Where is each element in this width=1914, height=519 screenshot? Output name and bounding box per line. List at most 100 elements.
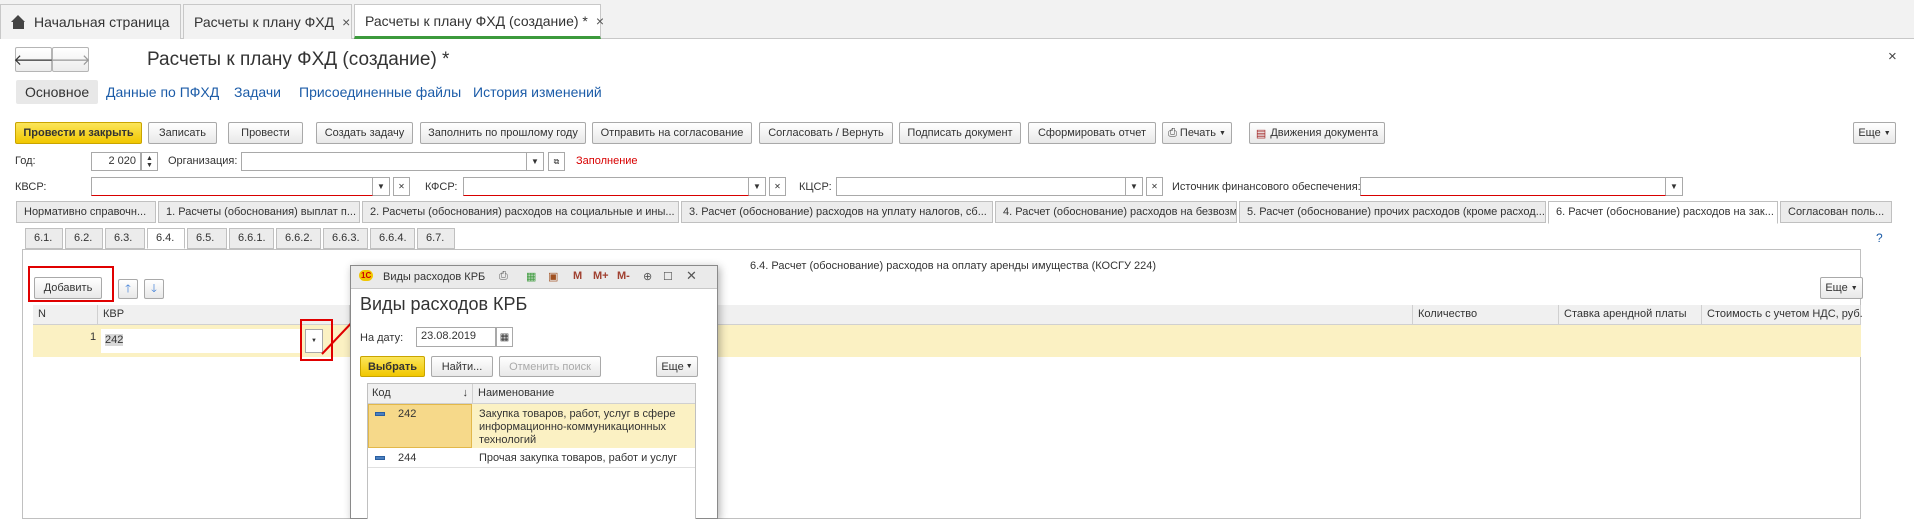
close-form-button[interactable]: ×	[1888, 48, 1897, 65]
select-button[interactable]: Выбрать	[360, 356, 425, 377]
maximize-icon[interactable]: ☐	[663, 270, 673, 283]
tab-section-6[interactable]: 6. Расчет (обоснование) расходов на зак.…	[1548, 201, 1778, 224]
sign-document-button[interactable]: Подписать документ	[899, 122, 1021, 144]
catalog-item-icon	[375, 456, 385, 460]
funding-source-field[interactable]	[1360, 177, 1666, 196]
tab-section-3[interactable]: 3. Расчет (обоснование) расходов на упла…	[681, 201, 993, 223]
dialog-more-button[interactable]: Еще ▼	[656, 356, 698, 377]
help-icon[interactable]: ?	[1876, 231, 1883, 245]
column-header-code[interactable]: Код ↓	[368, 384, 473, 404]
arrow-left-icon: 🡐	[13, 52, 54, 69]
table-more-button[interactable]: Еще ▼	[1820, 277, 1863, 299]
column-header-quantity[interactable]: Количество	[1413, 305, 1559, 325]
tab-fhd-list[interactable]: Расчеты к плану ФХД ×	[183, 4, 352, 39]
post-and-close-button[interactable]: Провести и закрыть	[15, 122, 142, 144]
row-number: 1	[90, 331, 97, 343]
print-button[interactable]: ⎙ Печать ▼	[1162, 122, 1232, 144]
open-icon: ⧉	[553, 156, 560, 166]
section-attached-files[interactable]: Присоединенные файлы	[299, 84, 461, 100]
fill-by-last-year-button[interactable]: Заполнить по прошлому году	[420, 122, 586, 144]
find-button[interactable]: Найти...	[431, 356, 493, 377]
print-icon[interactable]: ⎙	[499, 270, 508, 283]
open-organization-button[interactable]: ⧉	[548, 152, 565, 171]
tab-reference[interactable]: Нормативно справочн...	[16, 201, 156, 223]
tab-approved[interactable]: Согласован поль...	[1780, 201, 1892, 223]
save-button[interactable]: Записать	[148, 122, 217, 144]
tab-6-6-2[interactable]: 6.6.2.	[276, 228, 321, 249]
tab-fhd-create[interactable]: Расчеты к плану ФХД (создание) * ×	[354, 4, 604, 39]
dialog-titlebar: 1С Виды расходов КРБ ⎙ ▦ ▣ M M+ M- ⊕ ☐ ✕	[351, 266, 717, 289]
kfsr-clear-button[interactable]: ✕	[769, 177, 786, 196]
tab-6-3[interactable]: 6.3.	[105, 228, 145, 249]
date-label: На дату:	[360, 332, 404, 344]
more-button[interactable]: Еще ▼	[1853, 122, 1896, 144]
tab-section-5[interactable]: 5. Расчет (обоснование) прочих расходов …	[1239, 201, 1546, 223]
arrow-right-icon: 🡒	[50, 52, 91, 69]
column-header-name[interactable]: Наименование	[473, 384, 695, 404]
table-icon[interactable]: ▦	[526, 270, 536, 283]
section-history[interactable]: История изменений	[473, 84, 602, 100]
kvsr-field[interactable]	[91, 177, 373, 196]
year-field[interactable]: 2 020	[91, 152, 141, 171]
chevron-down-icon: ▼	[1883, 129, 1891, 137]
date-field[interactable]: 23.08.2019	[416, 327, 496, 347]
tab-6-1[interactable]: 6.1.	[25, 228, 63, 249]
back-button[interactable]: 🡐	[13, 47, 54, 72]
row-code: 244	[398, 452, 417, 464]
post-button[interactable]: Провести	[228, 122, 303, 144]
chevron-down-icon: ▼	[377, 182, 385, 191]
kfsr-field[interactable]	[463, 177, 749, 196]
cancel-search-button[interactable]: Отменить поиск	[499, 356, 601, 377]
kvsr-clear-button[interactable]: ✕	[393, 177, 410, 196]
tab-section-4[interactable]: 4. Расчет (обоснование) расходов на безв…	[995, 201, 1237, 223]
zoom-icon[interactable]: ⊕	[643, 270, 652, 283]
section-tasks[interactable]: Задачи	[234, 84, 281, 100]
movements-icon: ▤	[1255, 127, 1267, 140]
approve-return-button[interactable]: Согласовать / Вернуть	[759, 122, 893, 144]
close-icon[interactable]: ×	[342, 14, 350, 30]
tab-6-6-4[interactable]: 6.6.4.	[370, 228, 415, 249]
tab-home[interactable]: Начальная страница	[0, 4, 181, 39]
move-down-button[interactable]: 🡓	[144, 279, 164, 299]
column-header-rent-rate[interactable]: Ставка арендной платы	[1559, 305, 1702, 325]
close-icon[interactable]: ×	[596, 13, 604, 29]
tab-6-6-1[interactable]: 6.6.1.	[229, 228, 274, 249]
close-icon[interactable]: ✕	[686, 268, 697, 284]
make-report-button[interactable]: Сформировать отчет	[1028, 122, 1156, 144]
memory-minus-icon[interactable]: M-	[617, 270, 630, 282]
column-header-cost-vat[interactable]: Стоимость с учетом НДС, руб.	[1702, 305, 1863, 325]
tab-6-5[interactable]: 6.5.	[187, 228, 227, 249]
date-picker-button[interactable]: ▦	[496, 327, 513, 347]
document-movements-button[interactable]: ▤ Движения документа	[1249, 122, 1385, 144]
organization-field[interactable]	[241, 152, 527, 171]
memory-m-icon[interactable]: M	[573, 270, 582, 282]
kfsr-dropdown[interactable]: ▼	[749, 177, 766, 196]
forward-button[interactable]: 🡒	[50, 47, 91, 72]
tab-6-4[interactable]: 6.4.	[147, 228, 185, 249]
chevron-down-icon: ▼	[531, 157, 539, 166]
column-header-n[interactable]: N	[33, 305, 98, 325]
section-main[interactable]: Основное	[16, 80, 99, 104]
memory-plus-icon[interactable]: M+	[593, 270, 609, 282]
tab-section-2[interactable]: 2. Расчеты (обоснования) расходов на соц…	[362, 201, 679, 223]
kcsr-field[interactable]	[836, 177, 1126, 196]
tab-section-1[interactable]: 1. Расчеты (обоснования) выплат п...	[158, 201, 360, 223]
funding-source-dropdown[interactable]: ▼	[1666, 177, 1683, 196]
tab-6-6-3[interactable]: 6.6.3.	[323, 228, 368, 249]
chevron-down-icon: ▼	[1850, 284, 1858, 292]
year-spinner[interactable]: ▲ ▼	[141, 152, 158, 171]
create-task-button[interactable]: Создать задачу	[316, 122, 413, 144]
row-name: Закупка товаров, работ, услуг в сфере ин…	[479, 408, 676, 446]
tab-6-7[interactable]: 6.7.	[417, 228, 455, 249]
kcsr-clear-button[interactable]: ✕	[1146, 177, 1163, 196]
calendar-icon: ▦	[499, 331, 510, 343]
kvr-cell-input[interactable]: 242	[101, 329, 301, 353]
tab-6-2[interactable]: 6.2.	[65, 228, 103, 249]
section-pfhd-data[interactable]: Данные по ПФХД	[106, 84, 219, 100]
organization-dropdown[interactable]: ▼	[527, 152, 544, 171]
kvsr-dropdown[interactable]: ▼	[373, 177, 390, 196]
kcsr-dropdown[interactable]: ▼	[1126, 177, 1143, 196]
move-up-button[interactable]: 🡑	[118, 279, 138, 299]
send-for-approval-button[interactable]: Отправить на согласование	[592, 122, 752, 144]
calendar-icon[interactable]: ▣	[548, 270, 558, 283]
